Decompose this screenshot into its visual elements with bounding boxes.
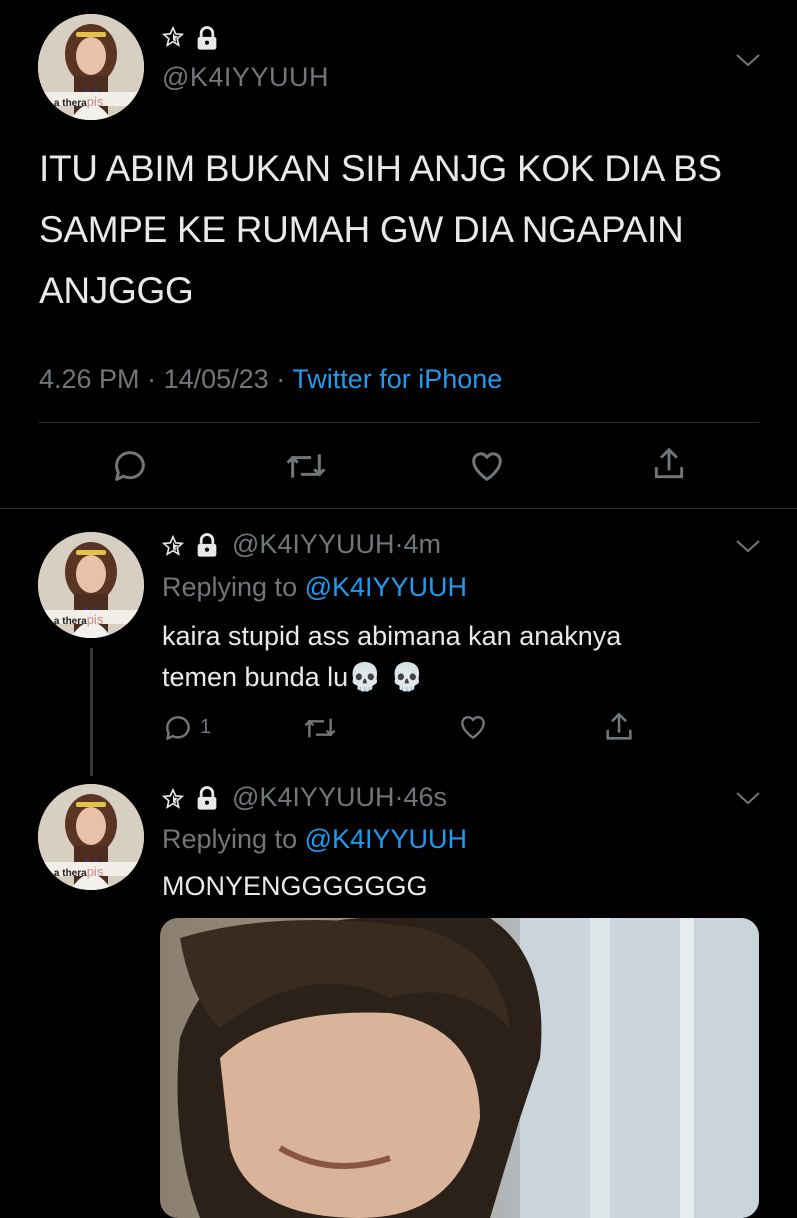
reply-icon[interactable] [110,446,150,486]
retweet-icon[interactable] [302,712,338,744]
retweet-icon[interactable] [284,446,328,486]
reply-header: @K4IYYUUH·4m [232,529,441,560]
star-outline-icon [162,535,184,557]
avatar-caption: ee a therapis [40,94,104,109]
star-outline-icon [162,26,184,48]
reply-text: MONYENGGGGGGG [162,871,428,901]
reply-header: @K4IYYUUH·46s [232,782,447,813]
like-icon[interactable] [466,446,508,486]
replying-to-handle[interactable]: @K4IYYUUH [305,824,467,854]
lock-icon [193,531,221,559]
chevron-down-icon[interactable] [735,790,761,806]
share-icon[interactable] [602,710,636,744]
reply-time[interactable]: 46s [403,782,447,812]
replying-to-handle[interactable]: @K4IYYUUH [305,572,467,602]
thread-line [90,648,93,776]
replying-to: Replying to @K4IYYUUH [162,572,468,602]
like-icon[interactable] [456,711,490,743]
share-icon[interactable] [650,444,688,484]
tweet-date: 14/05/23 [163,364,269,394]
user-handle[interactable]: @K4IYYUUH [162,62,329,93]
user-handle[interactable]: @K4IYYUUH [232,782,394,812]
avatar[interactable]: ee a therapis [38,532,144,638]
chevron-down-icon[interactable] [735,538,761,554]
tweet-source-link[interactable]: Twitter for iPhone [292,364,502,394]
chevron-down-icon[interactable] [735,52,761,68]
reply-count: 1 [200,716,212,738]
avatar-caption: ee a therapis [40,612,104,627]
divider [39,422,759,423]
tweet-text: ITU ABIM BUKAN SIH ANJG KOK DIA BS SAMPE… [39,148,722,311]
tweet-metadata: 4.26 PM · 14/05/23 · Twitter for iPhone [39,364,502,395]
user-handle[interactable]: @K4IYYUUH [232,529,394,559]
avatar[interactable]: ee a therapis [38,784,144,890]
lock-icon [193,24,221,52]
reply-icon[interactable] [161,712,195,744]
star-outline-icon [162,788,184,810]
avatar-caption: ee a therapis [40,864,104,879]
reply-text: kaira stupid ass abimana kan anaknya tem… [162,621,622,693]
lock-icon [193,784,221,812]
replying-to: Replying to @K4IYYUUH [162,824,468,854]
separator: · [147,364,157,394]
separator: · [276,364,286,394]
skull-emoji: 💀 💀 [348,662,424,693]
media-image[interactable] [160,918,759,1218]
divider [0,508,797,509]
reply-time[interactable]: 4m [403,529,441,559]
tweet-time: 4.26 PM [39,364,140,394]
avatar[interactable]: ee a therapis [38,14,144,120]
